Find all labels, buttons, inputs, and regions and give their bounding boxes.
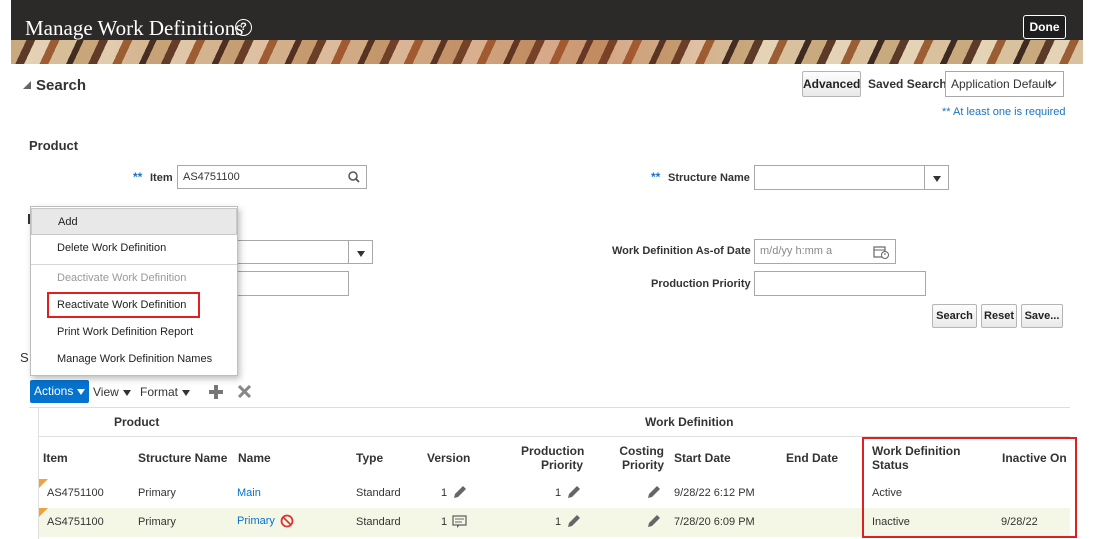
column-header-production-priority[interactable]: Production Priority [521,444,585,472]
production-priority-input[interactable] [754,271,926,296]
cell-type: Standard [356,487,401,499]
caret-down-icon [182,389,191,396]
cell-type: Standard [356,516,401,528]
caret-down-icon [122,389,131,396]
required-marker-structure: ** [651,170,661,184]
menu-item-print-work-definition-report[interactable]: Print Work Definition Report [31,319,237,346]
required-marker: ** [133,170,143,184]
item-label: Item [150,172,173,184]
required-note: ** At least one is required [942,106,1066,118]
partial-select[interactable] [230,240,373,264]
results-title-partial: S [20,350,29,365]
cell-structure-name: Primary [138,516,176,528]
dropdown-arrow-icon[interactable] [348,241,372,263]
cell-name-link[interactable]: Primary [237,515,275,527]
delete-icon[interactable] [238,385,251,398]
collapse-triangle-icon[interactable] [23,81,31,89]
pencil-icon[interactable] [646,514,661,529]
group-header-product: Product [114,415,160,429]
view-menu[interactable]: View [93,385,131,399]
column-header-end-date[interactable]: End Date [786,451,838,465]
column-header-version[interactable]: Version [427,451,470,465]
pencil-icon[interactable] [452,485,467,500]
done-button[interactable]: Done [1023,15,1066,39]
page-title: Manage Work Definitions [25,16,244,40]
table-top-border [29,407,1070,408]
menu-item-deactivate-work-definition: Deactivate Work Definition [57,272,187,284]
pencil-icon[interactable] [566,514,581,529]
cell-structure-name: Primary [138,487,176,499]
saved-search-value: Application Default [951,77,1052,91]
cell-item: AS4751100 [47,487,104,499]
cell-version: 1 [441,487,448,499]
saved-search-label: Saved Search [868,77,947,91]
format-menu[interactable]: Format [140,385,191,399]
search-icon[interactable] [348,171,360,183]
cell-production-priority: 1 [555,516,562,528]
comment-icon[interactable] [452,515,468,529]
calendar-icon[interactable] [873,244,889,259]
asof-date-input[interactable]: m/d/yy h:mm a [754,239,896,264]
header-decorative-band [11,40,1083,64]
inactive-icon [280,514,294,528]
search-section-title: Search [36,77,87,94]
group-header-work-definition: Work Definition [645,415,734,429]
format-label: Format [140,385,179,399]
item-input[interactable]: AS4751100 [177,165,367,189]
highlight-box-status-columns [862,437,1077,538]
page-header: Manage Work Definitions ? Done [11,0,1083,64]
menu-item-manage-work-definition-names[interactable]: Manage Work Definition Names [31,346,237,373]
cell-start-date: 9/28/22 6:12 PM [674,487,755,499]
advanced-button[interactable]: Advanced [802,71,861,97]
cell-production-priority: 1 [555,487,562,499]
cell-start-date: 7/28/20 6:09 PM [674,516,755,528]
reset-button[interactable]: Reset [981,304,1017,328]
highlight-box-reactivate [47,292,200,318]
column-header-type[interactable]: Type [356,451,383,465]
column-header-start-date[interactable]: Start Date [674,451,731,465]
actions-button[interactable]: Actions [30,380,89,403]
save-button[interactable]: Save... [1021,304,1063,328]
pencil-icon[interactable] [566,485,581,500]
partial-input[interactable] [230,271,349,296]
view-label: View [93,385,119,399]
cell-name-link[interactable]: Main [237,487,261,499]
structure-name-select[interactable] [754,165,949,190]
column-header-structure-name[interactable]: Structure Name [138,451,227,465]
menu-item-delete-work-definition[interactable]: Delete Work Definition [31,235,237,262]
column-header-costing-priority[interactable]: Costing Priority [614,444,664,472]
chevron-down-icon [1047,81,1057,88]
item-input-value: AS4751100 [183,171,240,183]
asof-date-placeholder: m/d/yy h:mm a [760,245,833,257]
dropdown-arrow-icon[interactable] [924,166,948,189]
cell-item: AS4751100 [47,516,104,528]
product-section-label: Product [29,138,79,153]
column-header-costing-priority-line1: Costing [619,444,664,458]
column-header-costing-priority-line2: Priority [621,458,664,472]
column-header-production-priority-line2: Priority [540,458,583,472]
production-priority-label: Production Priority [651,278,751,290]
column-header-production-priority-line1: Production [521,444,585,458]
help-icon[interactable]: ? [235,19,252,36]
structure-name-label: Structure Name [668,172,750,184]
pencil-icon[interactable] [646,485,661,500]
actions-label: Actions [34,384,74,398]
add-icon[interactable] [209,385,223,399]
asof-date-label: Work Definition As-of Date [612,245,751,257]
menu-item-add[interactable]: Add [31,208,237,235]
column-header-item[interactable]: Item [43,451,68,465]
caret-down-icon [77,388,86,395]
cell-version: 1 [441,516,448,528]
column-header-name[interactable]: Name [238,451,271,465]
saved-search-select[interactable]: Application Default [945,71,1064,97]
actions-menu: Add Delete Work Definition Deactivate Wo… [30,206,238,376]
search-button[interactable]: Search [932,304,977,328]
